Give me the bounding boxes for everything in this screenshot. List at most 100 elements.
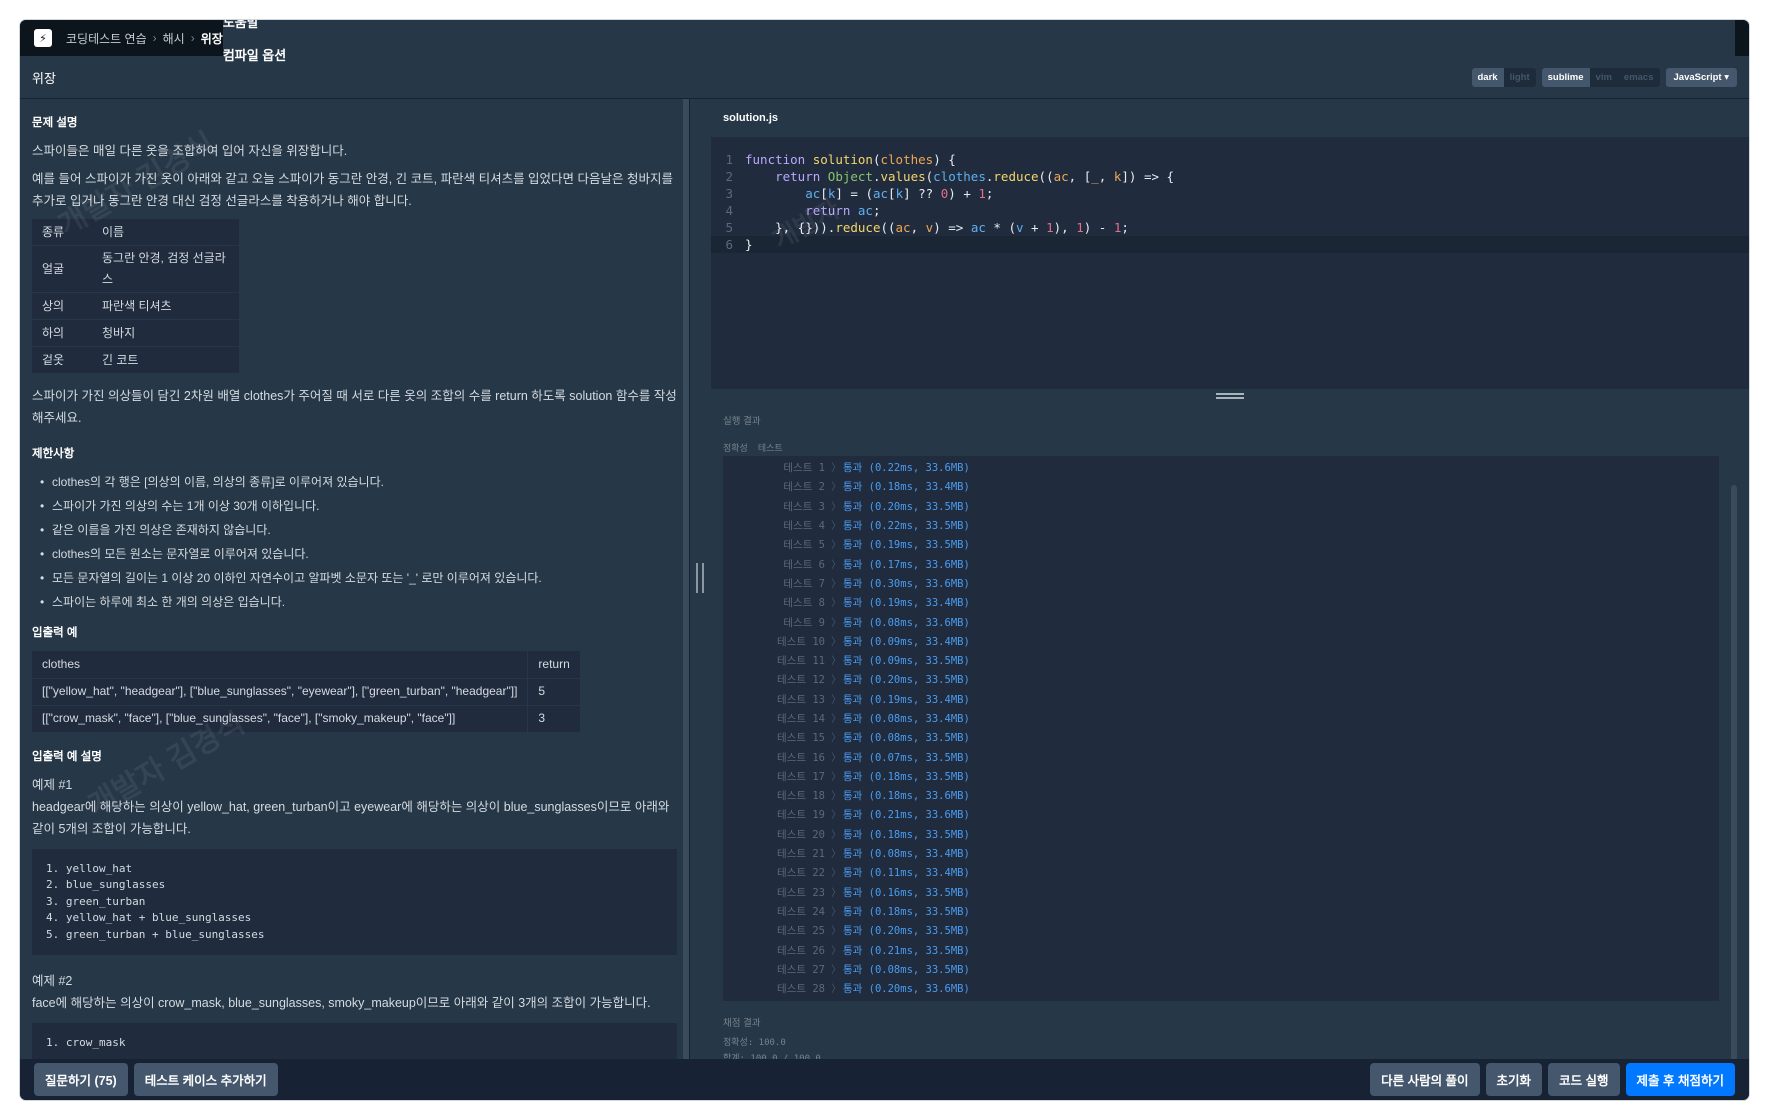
test-name: 테스트 12 <box>777 674 825 687</box>
test-result-row: 테스트 15 〉 통과 (0.08ms, 33.5MB) <box>723 728 1719 747</box>
code-text: ac[k] = (ac[k] ?? 0) + 1; <box>805 186 994 201</box>
separator-icon: 〉 <box>831 809 842 822</box>
page-title: 위장 <box>32 70 56 86</box>
theme-dark-button[interactable]: dark <box>1471 67 1504 87</box>
score-total: 합계: 100.0 / 100.0 <box>723 1054 821 1059</box>
test-result: 통과 (0.21ms, 33.6MB) <box>843 809 970 822</box>
test-name: 테스트 4 <box>783 520 825 533</box>
table-cell: [["yellow_hat", "headgear"], ["blue_sung… <box>32 678 529 706</box>
score-section: 채점 결과 정확성: 100.0 합계: 100.0 / 100.0 <box>723 1001 1737 1059</box>
others-solutions-button[interactable]: 다른 사람의 풀이 <box>1370 1063 1480 1096</box>
test-name: 테스트 1 <box>783 462 825 475</box>
test-result: 통과 (0.08ms, 33.5MB) <box>843 732 970 745</box>
separator-icon: 〉 <box>831 520 842 533</box>
example-1-title: 예제 #1 <box>32 777 73 792</box>
test-name: 테스트 5 <box>783 539 825 552</box>
test-result: 통과 (0.21ms, 33.5MB) <box>843 944 970 957</box>
test-result-row: 테스트 8 〉 통과 (0.19ms, 33.4MB) <box>723 593 1719 612</box>
table-row: 종류 이름 <box>32 218 239 247</box>
keymap-sublime-button[interactable]: sublime <box>1541 67 1590 87</box>
drag-handle-icon[interactable] <box>696 563 704 593</box>
keymap-vim-button[interactable]: vim <box>1590 68 1618 87</box>
editor-panel: solution.js 개발자 1 function solution(cloth… <box>711 99 1749 1059</box>
language-select[interactable]: JavaScript ▾ <box>1665 67 1737 87</box>
test-result: 통과 (0.19ms, 33.4MB) <box>843 597 970 610</box>
test-result: 통과 (0.30ms, 33.6MB) <box>843 577 970 590</box>
separator-icon: 〉 <box>831 635 842 648</box>
test-name: 테스트 8 <box>783 597 825 610</box>
help-link[interactable]: 도움말 <box>223 20 1735 31</box>
results-tabs: 정확성 테스트 <box>723 441 1737 454</box>
list-item: 스파이가 가진 의상의 수는 1개 이상 30개 이하입니다. <box>32 496 677 517</box>
test-result-row: 테스트 2 〉 통과 (0.18ms, 33.4MB) <box>723 477 1719 496</box>
test-result: 통과 (0.19ms, 33.4MB) <box>843 693 970 706</box>
list-item: 같은 이름을 가진 의상은 존재하지 않습니다. <box>32 520 677 541</box>
code-line: 1 function solution(clothes) { <box>711 151 1749 168</box>
tab-test[interactable]: 테스트 <box>758 441 783 454</box>
table-cell: 겉옷 <box>32 346 92 375</box>
separator-icon: 〉 <box>831 848 842 861</box>
editor-resize-bar[interactable] <box>711 389 1749 403</box>
ask-question-button[interactable]: 질문하기 (75) <box>34 1063 128 1096</box>
test-result: 통과 (0.09ms, 33.4MB) <box>843 635 970 648</box>
description-text-2: 예를 들어 스파이가 가진 옷이 아래와 같고 오늘 스파이가 동그란 안경, … <box>32 172 673 208</box>
separator-icon: 〉 <box>831 944 842 957</box>
keymap-emacs-button[interactable]: emacs <box>1618 68 1660 87</box>
test-result: 통과 (0.08ms, 33.6MB) <box>843 616 970 629</box>
logo-icon[interactable]: ⚡ <box>34 29 52 47</box>
separator-icon: 〉 <box>831 539 842 552</box>
breadcrumb-item-hash[interactable]: 해시 <box>163 30 185 47</box>
separator-icon: 〉 <box>831 770 842 783</box>
test-result-row: 테스트 7 〉 통과 (0.30ms, 33.6MB) <box>723 574 1719 593</box>
code-line: 4 return ac; <box>711 202 1749 219</box>
table-row: 상의 파란색 티셔츠 <box>32 292 239 321</box>
example-1-desc: headgear에 해당하는 의상이 yellow_hat, green_tur… <box>32 799 670 836</box>
submit-button[interactable]: 제출 후 채점하기 <box>1625 1063 1735 1096</box>
test-result-row: 테스트 13 〉 통과 (0.19ms, 33.4MB) <box>723 690 1719 709</box>
separator-icon: 〉 <box>831 577 842 590</box>
results-label: 실행 결과 <box>723 416 761 427</box>
breadcrumb-item-practice[interactable]: 코딩테스트 연습 <box>66 30 147 47</box>
separator-icon: 〉 <box>831 693 842 706</box>
test-result: 통과 (0.20ms, 33.6MB) <box>843 983 970 996</box>
compile-options-link[interactable]: 컴파일 옵션 <box>223 45 1735 64</box>
add-testcase-button[interactable]: 테스트 케이스 추가하기 <box>133 1063 278 1096</box>
separator-icon: 〉 <box>831 674 842 687</box>
table-cell: 종류 <box>32 218 92 247</box>
table-cell: 5 <box>527 678 581 706</box>
tab-accuracy[interactable]: 정확성 <box>723 441 748 454</box>
editor-filename: solution.js <box>711 99 1749 137</box>
run-code-button[interactable]: 코드 실행 <box>1548 1063 1620 1096</box>
code-line: 6} <box>711 236 1749 253</box>
test-name: 테스트 14 <box>777 713 825 725</box>
test-result: 통과 (0.22ms, 33.6MB) <box>843 462 970 475</box>
test-result: 통과 (0.20ms, 33.5MB) <box>843 674 970 687</box>
test-result-row: 테스트 10 〉 통과 (0.09ms, 33.4MB) <box>723 632 1719 651</box>
theme-light-button[interactable]: light <box>1504 68 1536 87</box>
reset-button[interactable]: 초기화 <box>1485 1063 1543 1096</box>
results-scrollbar[interactable] <box>1731 485 1737 1059</box>
test-result: 통과 (0.18ms, 33.4MB) <box>843 481 970 494</box>
table-cell: 청바지 <box>92 319 239 348</box>
problem-panel: 개발자 김경식 개발자 김경식 문제 설명 스파이들은 매일 다른 옷을 조합하… <box>20 99 689 1059</box>
line-number: 3 <box>725 186 733 201</box>
test-result: 통과 (0.18ms, 33.6MB) <box>843 790 970 803</box>
caret-down-icon: ▾ <box>1724 71 1729 83</box>
line-number: 4 <box>725 203 733 218</box>
io-desc-heading: 입출력 예 설명 <box>32 750 102 763</box>
line-number: 2 <box>725 169 733 184</box>
test-output: 테스트 1 〉 통과 (0.22ms, 33.6MB) 테스트 2 〉 통과 (0.18m… <box>723 456 1719 1001</box>
editor-settings: dark light sublime vim emacs JavaScript … <box>1471 67 1737 87</box>
constraints-heading: 제한사항 <box>32 448 75 460</box>
line-number: 6 <box>725 237 733 252</box>
panel-divider[interactable] <box>689 99 711 1059</box>
code-editor[interactable]: 개발자 1 function solution(clothes) { 2 retu… <box>711 137 1749 389</box>
test-name: 테스트 6 <box>783 558 825 571</box>
theme-toggle: dark light <box>1471 67 1536 87</box>
top-nav: ⚡ 코딩테스트 연습 › 해시 › 위장 도움말 컴파일 옵션 <box>20 20 1749 64</box>
test-result-row: 테스트 1 〉 통과 (0.22ms, 33.6MB) <box>723 458 1719 477</box>
drag-handle-icon[interactable] <box>1216 393 1244 399</box>
test-result: 통과 (0.18ms, 33.5MB) <box>843 905 970 918</box>
example-1-code: 1. yellow_hat 2. blue_sunglasses 3. gree… <box>32 848 677 955</box>
test-result-row: 테스트 5 〉 통과 (0.19ms, 33.5MB) <box>723 535 1719 554</box>
